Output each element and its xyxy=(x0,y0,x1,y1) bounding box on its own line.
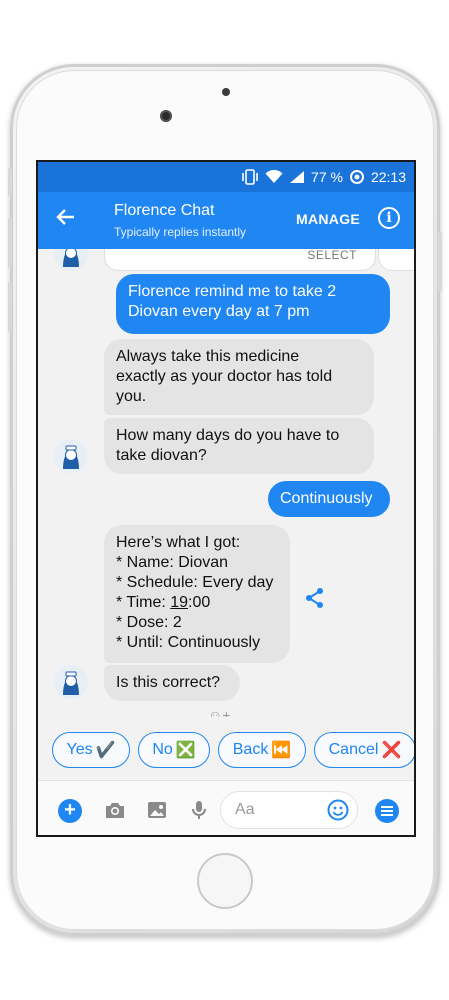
user-message-1[interactable]: Florence remind me to take 2 Diovan ever… xyxy=(116,274,390,334)
plus-icon[interactable]: + xyxy=(58,799,82,823)
status-bar: 77 % 22:13 xyxy=(38,162,414,192)
app-bar: Florence Chat Typically replies instantl… xyxy=(38,192,414,249)
previous-card-next[interactable] xyxy=(378,249,414,271)
bot-avatar xyxy=(54,439,88,473)
message-line: you. xyxy=(116,388,147,405)
back-arrow-icon[interactable] xyxy=(54,206,76,233)
quick-reply-no[interactable]: No ❎ xyxy=(138,732,210,768)
cross-icon: ❌ xyxy=(381,742,402,759)
message-line: * Schedule: Every day xyxy=(116,574,274,591)
front-camera xyxy=(160,110,172,122)
bot-avatar xyxy=(54,249,88,271)
quick-reply-back[interactable]: Back ⏮️ xyxy=(218,732,306,768)
bot-message-1[interactable]: Always take this medicine exactly as you… xyxy=(104,339,374,415)
bot-message-4[interactable]: Is this correct? xyxy=(104,665,240,701)
message-line: Florence remind me to take 2 xyxy=(128,283,337,300)
volume-up-button xyxy=(8,218,12,268)
quick-reply-yes[interactable]: Yes ✔️ xyxy=(52,732,130,768)
message-line: Is this correct? xyxy=(116,674,221,691)
message-input-placeholder: Aa xyxy=(235,801,255,818)
cross-box-icon: ❎ xyxy=(175,742,196,759)
quick-reply-label: Yes xyxy=(66,741,93,758)
add-reaction-icon[interactable]: ☺+ xyxy=(208,707,230,717)
home-button[interactable] xyxy=(197,853,253,909)
power-button xyxy=(438,232,442,292)
image-icon[interactable] xyxy=(146,799,168,821)
earpiece xyxy=(222,88,230,96)
bot-avatar xyxy=(54,665,88,699)
message-line: Continuously xyxy=(280,490,373,507)
message-line: * Name: Diovan xyxy=(116,554,229,571)
manage-button[interactable]: MANAGE xyxy=(296,211,360,227)
chat-title: Florence Chat xyxy=(114,202,215,219)
message-line: * Dose: 2 xyxy=(116,614,182,631)
previous-card[interactable]: SELECT xyxy=(104,249,376,271)
signal-icon xyxy=(290,171,305,183)
message-list[interactable]: SELECT Florence remind me to take 2 Diov… xyxy=(38,249,414,717)
message-line: Here’s what I got: xyxy=(116,534,241,551)
menu-icon[interactable] xyxy=(375,799,399,823)
bot-message-3[interactable]: Here’s what I got: * Name: Diovan * Sche… xyxy=(104,525,290,663)
vibrate-icon xyxy=(242,169,258,185)
battery-percent: 77 % xyxy=(311,169,343,185)
user-message-2[interactable]: Continuously xyxy=(268,481,390,517)
previous-card-button[interactable]: SELECT xyxy=(307,249,357,262)
emoji-icon[interactable] xyxy=(327,799,349,821)
message-line: How many days do you have to xyxy=(116,427,340,444)
screen: 77 % 22:13 Florence Chat Typically repli… xyxy=(36,160,416,837)
silent-switch xyxy=(8,168,12,196)
volume-down-button xyxy=(8,282,12,332)
quick-reply-label: No xyxy=(152,741,173,758)
data-saver-icon xyxy=(349,170,364,184)
camera-icon[interactable] xyxy=(104,799,126,821)
message-line: Diovan every day at 7 pm xyxy=(128,303,310,320)
clock: 22:13 xyxy=(370,169,406,185)
rewind-icon: ⏮️ xyxy=(271,742,292,759)
quick-reply-cancel[interactable]: Cancel ❌ xyxy=(314,732,414,768)
composer-bar: + Aa xyxy=(38,780,414,835)
check-icon: ✔️ xyxy=(95,742,116,759)
message-input[interactable]: Aa xyxy=(220,791,358,829)
message-line: take diovan? xyxy=(116,447,207,464)
chat-subtitle: Typically replies instantly xyxy=(114,225,247,239)
quick-reply-label: Cancel xyxy=(328,741,379,758)
message-line: Always take this medicine xyxy=(116,348,300,365)
info-icon[interactable]: i xyxy=(378,207,400,229)
message-line: * Time: 19:00 xyxy=(116,594,211,611)
wifi-icon xyxy=(265,170,283,183)
quick-replies: Yes ✔️ No ❎ Back ⏮️ Cancel ❌ xyxy=(38,717,414,777)
bot-message-2[interactable]: How many days do you have to take diovan… xyxy=(104,418,374,474)
microphone-icon[interactable] xyxy=(188,799,210,821)
share-icon[interactable] xyxy=(304,587,326,609)
message-line: exactly as your doctor has told xyxy=(116,368,333,385)
message-line: * Until: Continuously xyxy=(116,634,261,651)
quick-reply-label: Back xyxy=(232,741,269,758)
